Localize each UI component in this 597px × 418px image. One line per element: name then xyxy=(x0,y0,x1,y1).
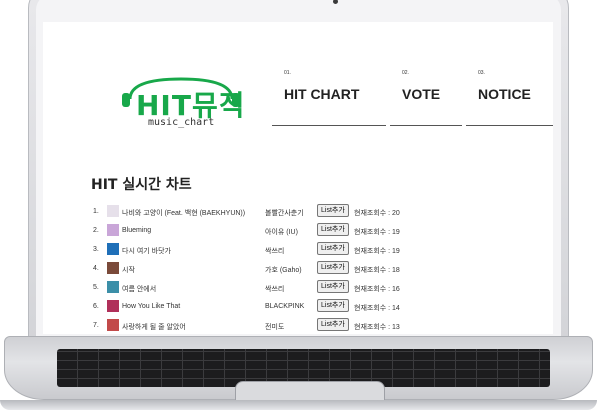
rank: 1. xyxy=(93,208,99,215)
view-count: 현재조회수 : 20 xyxy=(354,210,400,217)
laptop-base-edge xyxy=(0,400,597,410)
add-to-list-button[interactable]: List추가 xyxy=(317,261,349,274)
artist: 싹쓰리 xyxy=(265,248,285,255)
album-thumbnail[interactable] xyxy=(107,205,119,217)
song-title: 다시 여기 바닷가 xyxy=(122,248,171,255)
view-count: 현재조회수 : 16 xyxy=(354,286,400,293)
chart-row: 4. 시작 가호 (Gaho) List추가 현재조회수 : 18 xyxy=(91,260,551,279)
view-count: 현재조회수 : 18 xyxy=(354,267,400,274)
album-thumbnail[interactable] xyxy=(107,262,119,274)
view-count: 현재조회수 : 13 xyxy=(354,324,400,331)
add-to-list-button[interactable]: List추가 xyxy=(317,242,349,255)
chart-row: 3. 다시 여기 바닷가 싹쓰리 List추가 현재조회수 : 19 xyxy=(91,241,551,260)
chart-row: 1. 나비와 고양이 (Feat. 백현 (BAEKHYUN)) 볼빨간사춘기 … xyxy=(91,203,551,222)
nav-underline xyxy=(390,125,462,126)
rank: 2. xyxy=(93,227,99,234)
camera-icon xyxy=(333,0,338,4)
album-thumbnail[interactable] xyxy=(107,243,119,255)
add-to-list-button[interactable]: List추가 xyxy=(317,204,349,217)
chart-row: 7. 사랑하게 될 줄 알았어 전미도 List추가 현재조회수 : 13 xyxy=(91,317,551,334)
view-count: 현재조회수 : 19 xyxy=(354,229,400,236)
nav-number: 01. xyxy=(284,70,291,76)
nav-underline xyxy=(272,125,386,126)
album-thumbnail[interactable] xyxy=(107,319,119,331)
song-title: 나비와 고양이 (Feat. 백현 (BAEKHYUN)) xyxy=(122,210,246,217)
artist: 가호 (Gaho) xyxy=(265,267,302,274)
rank: 4. xyxy=(93,265,99,272)
laptop-base xyxy=(0,336,597,418)
nav-number: 03. xyxy=(478,70,485,76)
nav-label[interactable]: NOTICE xyxy=(478,86,531,102)
laptop-screen: HIT뮤직 music_chart 01. HIT CHART 02. VOTE… xyxy=(43,22,553,334)
song-title: 여름 안에서 xyxy=(122,286,157,293)
add-to-list-button[interactable]: List추가 xyxy=(317,318,349,331)
rank: 3. xyxy=(93,246,99,253)
rank: 6. xyxy=(93,303,99,310)
rank: 7. xyxy=(93,322,99,329)
view-count: 현재조회수 : 19 xyxy=(354,248,400,255)
nav-item-vote[interactable]: 02. VOTE xyxy=(390,64,462,146)
add-to-list-button[interactable]: List추가 xyxy=(317,223,349,236)
logo-subtitle: music_chart xyxy=(148,117,215,128)
artist: BLACKPINK xyxy=(265,303,305,310)
view-count: 현재조회수 : 14 xyxy=(354,305,400,312)
song-title: Blueming xyxy=(122,227,152,234)
album-thumbnail[interactable] xyxy=(107,281,119,293)
add-to-list-button[interactable]: List추가 xyxy=(317,280,349,293)
nav-number: 02. xyxy=(402,70,409,76)
song-title: How You Like That xyxy=(122,303,181,310)
artist: 전미도 xyxy=(265,324,285,331)
nav-underline xyxy=(466,125,553,126)
chart-heading: HIT 실시간 차트 xyxy=(91,177,192,193)
chart-row: 5. 여름 안에서 싹쓰리 List추가 현재조회수 : 16 xyxy=(91,279,551,298)
nav-item-notice[interactable]: 03. NOTICE xyxy=(466,64,553,146)
artist: 싹쓰리 xyxy=(265,286,285,293)
chart-list: 1. 나비와 고양이 (Feat. 백현 (BAEKHYUN)) 볼빨간사춘기 … xyxy=(91,203,551,334)
chart-row: 2. Blueming 아이유 (IU) List추가 현재조회수 : 19 xyxy=(91,222,551,241)
album-thumbnail[interactable] xyxy=(107,300,119,312)
artist: 볼빨간사춘기 xyxy=(265,210,304,217)
add-to-list-button[interactable]: List추가 xyxy=(317,299,349,312)
nav-item-hit-chart[interactable]: 01. HIT CHART xyxy=(272,64,386,146)
rank: 5. xyxy=(93,284,99,291)
chart-row: 6. How You Like That BLACKPINK List추가 현재… xyxy=(91,298,551,317)
nav-label[interactable]: HIT CHART xyxy=(284,86,359,102)
nav-label[interactable]: VOTE xyxy=(402,86,440,102)
main-nav: 01. HIT CHART 02. VOTE 03. NOTICE xyxy=(272,64,553,146)
artist: 아이유 (IU) xyxy=(265,229,298,236)
song-title: 사랑하게 될 줄 알았어 xyxy=(122,324,186,331)
site-logo[interactable]: HIT뮤직 music_chart xyxy=(116,77,246,133)
album-thumbnail[interactable] xyxy=(107,224,119,236)
song-title: 시작 xyxy=(122,267,135,274)
laptop-deck xyxy=(4,336,593,410)
